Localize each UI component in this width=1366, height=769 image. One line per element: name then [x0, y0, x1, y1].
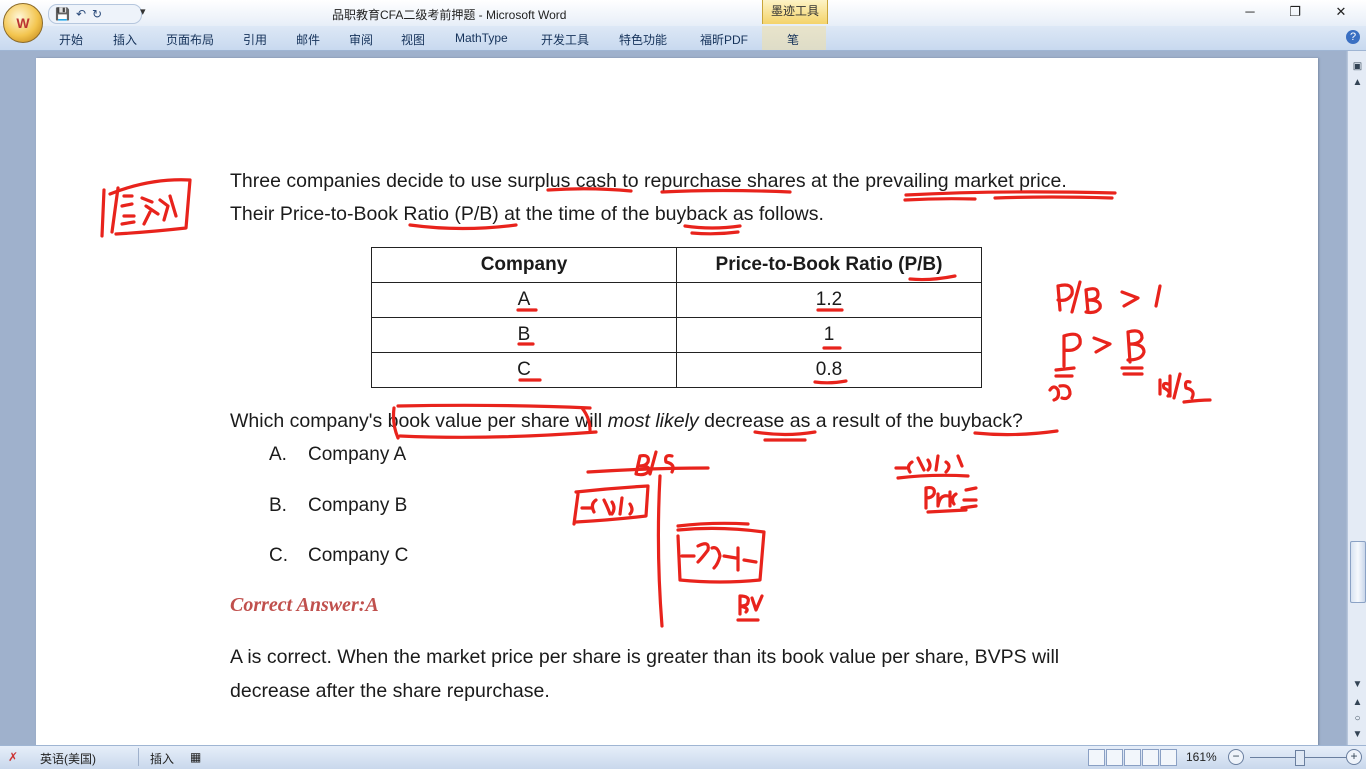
option-letter: C. — [269, 545, 288, 566]
option-c: C. Company C — [269, 545, 408, 567]
ribbon-tabs: 开始 插入 页面布局 引用 邮件 审阅 视图 MathType 开发工具 特色功… — [0, 26, 1366, 51]
zoom-level[interactable]: 161% — [1186, 750, 1217, 764]
scroll-up-icon[interactable]: ▲ — [1348, 77, 1366, 88]
option-text: Company A — [308, 444, 407, 465]
help-icon[interactable]: ? — [1346, 30, 1360, 44]
table-row: B 1 — [371, 317, 982, 353]
insert-mode-indicator[interactable]: 插入 — [150, 750, 174, 767]
pb-ratio-table: Company Price-to-Book Ratio (P/B) A 1.2 … — [371, 247, 982, 388]
document-page[interactable] — [36, 58, 1318, 748]
previous-page-icon[interactable]: ▲ — [1348, 697, 1366, 708]
window-title: 品职教育CFA二级考前押题 - Microsoft Word — [332, 8, 567, 22]
header-pb-ratio: Price-to-Book Ratio (P/B) — [676, 247, 982, 283]
office-logo-icon: W — [16, 15, 30, 31]
draft-view-icon[interactable] — [1160, 749, 1177, 766]
option-a: A. Company A — [269, 444, 406, 466]
web-layout-view-icon[interactable] — [1124, 749, 1141, 766]
tab-insert[interactable]: 插入 — [113, 31, 137, 48]
tab-view[interactable]: 视图 — [401, 31, 425, 48]
scroll-down-icon[interactable]: ▼ — [1348, 679, 1366, 690]
cell-company: B — [371, 317, 677, 353]
intro-line-2: Their Price-to-Book Ratio (P/B) at the t… — [230, 203, 824, 225]
status-bar: ✗ 英语(美国) 插入 ▦ 161% − + — [0, 745, 1366, 769]
cell-company: A — [371, 282, 677, 318]
vertical-scrollbar[interactable]: ▣ ▲ ▼ ▲ ○ ▼ — [1347, 51, 1366, 745]
redo-icon[interactable]: ↻ — [92, 7, 102, 21]
zoom-out-icon[interactable]: − — [1228, 749, 1244, 765]
close-button[interactable]: ✕ — [1331, 4, 1351, 20]
tab-special-features[interactable]: 特色功能 — [619, 31, 667, 48]
zoom-in-icon[interactable]: + — [1346, 749, 1362, 765]
undo-icon[interactable]: ↶ — [76, 7, 86, 21]
table-row: C 0.8 — [371, 352, 982, 388]
title-bar: 💾 ↶ ↻ ▾ 品职教育CFA二级考前押题 - Microsoft Word 墨… — [0, 0, 1366, 26]
option-b: B. Company B — [269, 495, 407, 517]
tab-home[interactable]: 开始 — [59, 31, 83, 48]
status-divider — [138, 748, 139, 766]
tab-mailings[interactable]: 邮件 — [296, 31, 320, 48]
spellcheck-icon[interactable]: ✗ — [8, 750, 18, 764]
option-text: Company B — [308, 495, 408, 516]
header-company: Company — [371, 247, 677, 283]
tab-developer[interactable]: 开发工具 — [541, 31, 589, 48]
table-header-row: Company Price-to-Book Ratio (P/B) — [371, 247, 982, 283]
tab-references[interactable]: 引用 — [243, 31, 267, 48]
cell-pb: 0.8 — [676, 352, 982, 388]
print-layout-view-icon[interactable] — [1088, 749, 1105, 766]
cell-company: C — [371, 352, 677, 388]
tab-foxit-pdf[interactable]: 福昕PDF — [700, 31, 748, 48]
customize-toolbar-icon[interactable]: ▾ — [140, 5, 146, 18]
option-text: Company C — [308, 545, 409, 566]
explanation-line-2: decrease after the share repurchase. — [230, 680, 550, 702]
tab-page-layout[interactable]: 页面布局 — [166, 31, 214, 48]
explanation-line-1: A is correct. When the market price per … — [230, 646, 1060, 668]
intro-line-1: Three companies decide to use surplus ca… — [230, 170, 1067, 192]
cell-pb: 1.2 — [676, 282, 982, 318]
tab-pen[interactable]: 笔 — [787, 31, 799, 48]
cell-pb: 1 — [676, 317, 982, 353]
outline-view-icon[interactable] — [1142, 749, 1159, 766]
next-page-icon[interactable]: ▼ — [1348, 729, 1366, 740]
office-button[interactable]: W — [3, 3, 43, 43]
browse-object-icon[interactable]: ○ — [1348, 713, 1366, 724]
quick-access-toolbar: 💾 ↶ ↻ — [48, 4, 142, 24]
correct-answer: Correct Answer:A — [230, 594, 379, 616]
zoom-slider-handle[interactable] — [1295, 750, 1305, 766]
scrollbar-thumb[interactable] — [1350, 541, 1366, 603]
question-text: Which company's book value per share wil… — [230, 410, 1023, 433]
tab-review[interactable]: 审阅 — [349, 31, 373, 48]
question-before: Which company's book value per share wil… — [230, 410, 608, 432]
minimize-button[interactable]: ─ — [1240, 4, 1260, 19]
language-indicator[interactable]: 英语(美国) — [40, 750, 96, 767]
ruler-toggle-icon[interactable]: ▣ — [1348, 61, 1366, 72]
option-letter: A. — [269, 444, 287, 465]
table-row: A 1.2 — [371, 282, 982, 318]
question-italic: most likely — [607, 410, 699, 432]
macro-record-icon[interactable]: ▦ — [190, 750, 201, 764]
option-letter: B. — [269, 495, 287, 516]
save-icon[interactable]: 💾 — [55, 7, 70, 21]
tab-mathtype[interactable]: MathType — [455, 31, 508, 45]
contextual-tab-ink-tools: 墨迹工具 — [762, 0, 828, 24]
question-after: decrease as a result of the buyback? — [698, 410, 1023, 432]
full-screen-reading-view-icon[interactable] — [1106, 749, 1123, 766]
restore-button[interactable]: ❐ — [1285, 4, 1305, 20]
